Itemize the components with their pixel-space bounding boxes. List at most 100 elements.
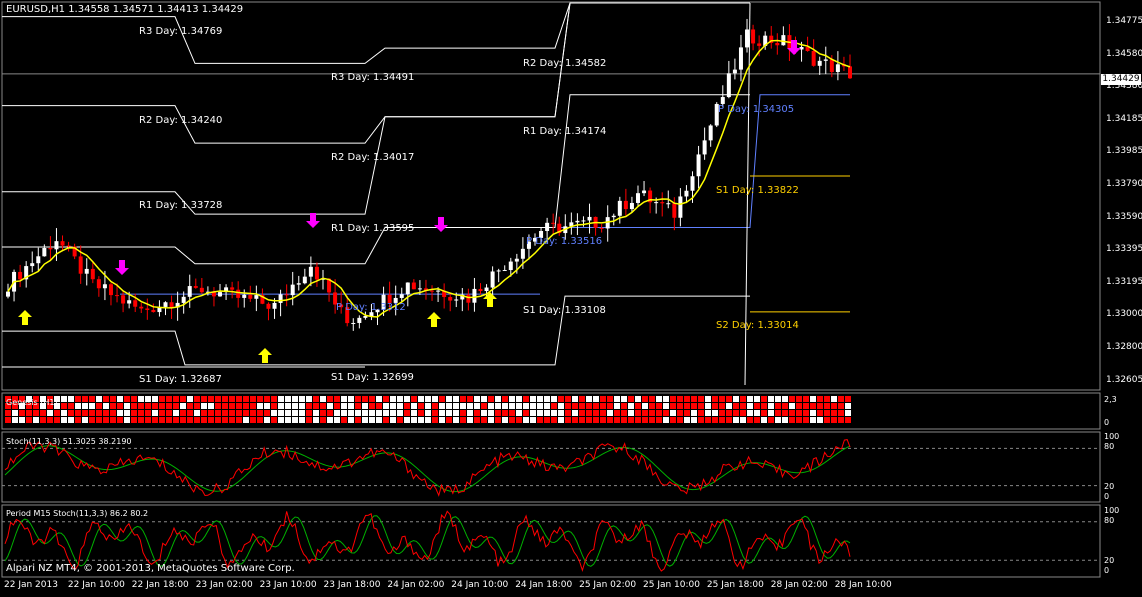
genesis-cell	[54, 410, 60, 416]
candle-body	[720, 97, 725, 104]
genesis-cell	[509, 403, 515, 409]
genesis-cell	[159, 403, 165, 409]
genesis-cell	[117, 417, 123, 423]
genesis-cell	[831, 410, 837, 416]
genesis-cell	[768, 417, 774, 423]
genesis-cell	[530, 403, 536, 409]
genesis-axis-top: 2,3	[1104, 395, 1117, 404]
genesis-cell	[117, 403, 123, 409]
genesis-cell	[334, 396, 340, 402]
genesis-cell	[810, 410, 816, 416]
genesis-cell	[355, 396, 361, 402]
genesis-cell	[250, 417, 256, 423]
genesis-cell	[789, 396, 795, 402]
genesis-cell	[250, 410, 256, 416]
candle-body	[726, 73, 731, 98]
pivot-level-label: R2 Day: 1.34017	[331, 152, 415, 163]
genesis-cell	[257, 410, 263, 416]
genesis-cell	[299, 403, 305, 409]
candle-body	[417, 288, 422, 290]
genesis-cell	[656, 396, 662, 402]
genesis-cell	[418, 417, 424, 423]
genesis-cell	[516, 410, 522, 416]
time-axis-label: 24 Jan 10:00	[451, 580, 509, 590]
genesis-cell	[558, 403, 564, 409]
genesis-cell	[467, 410, 473, 416]
genesis-cell	[229, 403, 235, 409]
main-chart-svg[interactable]	[0, 0, 1142, 593]
chart-window[interactable]	[0, 0, 1142, 593]
genesis-cell	[327, 403, 333, 409]
stoch-label: Stoch(11,3,3) 51.3025 38.2190	[6, 437, 132, 446]
candle-body	[108, 284, 113, 296]
genesis-cell	[642, 417, 648, 423]
buy-arrow-icon	[18, 310, 32, 325]
genesis-cell	[782, 396, 788, 402]
genesis-cell	[733, 417, 739, 423]
genesis-cell	[663, 403, 669, 409]
genesis-cell	[187, 410, 193, 416]
genesis-cell	[75, 417, 81, 423]
genesis-cell	[565, 403, 571, 409]
genesis-cell	[278, 417, 284, 423]
genesis-cell	[362, 396, 368, 402]
genesis-cell	[635, 417, 641, 423]
genesis-cell	[733, 410, 739, 416]
genesis-cell	[733, 403, 739, 409]
genesis-cell	[369, 396, 375, 402]
genesis-cell	[418, 396, 424, 402]
genesis-cell	[663, 417, 669, 423]
candle-body	[133, 300, 138, 307]
moving-average-line	[7, 39, 851, 318]
genesis-cell	[789, 403, 795, 409]
genesis-cell	[348, 410, 354, 416]
genesis-cell	[145, 403, 151, 409]
genesis-cell	[628, 417, 634, 423]
genesis-cell	[600, 410, 606, 416]
pivot-level-label: S2 Day: 1.33014	[716, 320, 799, 331]
candle-body	[357, 317, 362, 323]
genesis-cell	[194, 410, 200, 416]
stoch-axis-100: 100	[1104, 432, 1120, 441]
candle-body	[545, 222, 550, 231]
genesis-cell	[509, 417, 515, 423]
genesis-cell	[173, 410, 179, 416]
genesis-cell	[5, 417, 11, 423]
candle-body	[145, 308, 150, 310]
candle-body	[829, 59, 834, 72]
candle-body	[520, 248, 525, 259]
genesis-cell	[404, 410, 410, 416]
genesis-cell	[698, 410, 704, 416]
genesis-cell	[264, 410, 270, 416]
candle-body	[490, 271, 495, 288]
genesis-cell	[376, 403, 382, 409]
time-axis-label: 28 Jan 10:00	[834, 580, 892, 590]
genesis-cell	[40, 417, 46, 423]
genesis-cell	[285, 410, 291, 416]
genesis-cell	[446, 417, 452, 423]
genesis-axis-bottom: 0	[1104, 418, 1110, 427]
genesis-cell	[145, 396, 151, 402]
genesis-cell	[649, 417, 655, 423]
price-axis-label: 1.33395	[1106, 244, 1142, 255]
genesis-cell	[152, 417, 158, 423]
genesis-cell	[810, 417, 816, 423]
period-axis-80: 80	[1104, 516, 1115, 525]
genesis-cell	[313, 396, 319, 402]
genesis-label: Genesis (H1)	[6, 398, 58, 407]
genesis-cell	[306, 417, 312, 423]
genesis-cell	[593, 417, 599, 423]
genesis-cell	[523, 396, 529, 402]
genesis-cell	[215, 396, 221, 402]
genesis-cell	[348, 403, 354, 409]
pivot-mid-line	[2, 94, 750, 265]
price-axis-label: 1.32800	[1106, 342, 1142, 352]
candle-body	[611, 215, 616, 218]
genesis-cell	[747, 396, 753, 402]
genesis-cell	[124, 403, 130, 409]
genesis-cell	[236, 403, 242, 409]
genesis-cell	[250, 403, 256, 409]
genesis-cell	[271, 417, 277, 423]
genesis-cell	[299, 417, 305, 423]
candle-body	[696, 154, 701, 177]
